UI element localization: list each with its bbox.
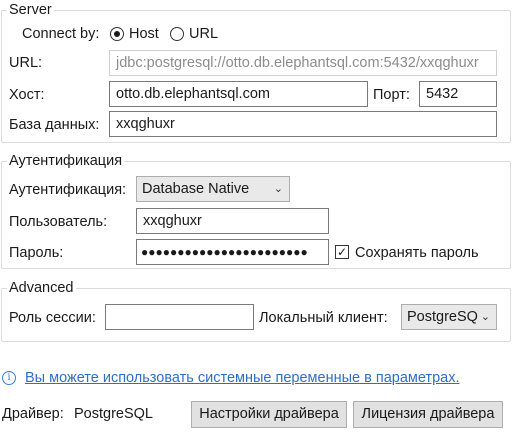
save-password-checkbox[interactable]: ✓	[335, 245, 349, 259]
checkmark-icon: ✓	[336, 245, 348, 259]
auth-type-label: Аутентификация:	[9, 182, 127, 198]
server-group-title: Server	[7, 2, 54, 18]
url-field[interactable]: jdbc:postgresql://otto.db.elephantsql.co…	[109, 50, 497, 76]
info-icon: i	[2, 371, 16, 385]
auth-group-title: Аутентификация	[7, 153, 125, 169]
database-field[interactable]: xxqghuxr	[109, 111, 497, 137]
user-label: Пользователь:	[9, 214, 108, 230]
driver-settings-button[interactable]: Настройки драйвера	[191, 401, 347, 428]
system-variables-link[interactable]: Вы можете использовать системные перемен…	[25, 369, 459, 387]
password-field[interactable]: ●●●●●●●●●●●●●●●●●●●●●●●	[136, 239, 329, 265]
auth-type-select[interactable]: Database Native ⌄	[136, 176, 290, 202]
host-radio-label[interactable]: Host	[129, 25, 159, 43]
host-field[interactable]: otto.db.elephantsql.com	[109, 81, 368, 107]
database-label: База данных:	[9, 117, 100, 133]
url-radio[interactable]	[170, 27, 184, 41]
driver-license-button[interactable]: Лицензия драйвера	[353, 401, 503, 428]
chevron-down-icon: ⌄	[273, 183, 283, 195]
host-radio[interactable]	[110, 27, 124, 41]
local-client-value: PostgreSQ	[407, 309, 478, 325]
radio-selected-dot	[114, 31, 120, 37]
host-label: Хост:	[9, 87, 45, 103]
port-label: Порт:	[373, 87, 410, 103]
chevron-down-icon: ⌄	[480, 311, 490, 323]
save-password-label[interactable]: Сохранять пароль	[355, 244, 479, 262]
session-role-field[interactable]	[105, 304, 254, 330]
driver-name: PostgreSQL	[74, 406, 153, 422]
driver-label: Драйвер:	[2, 406, 64, 422]
url-radio-label[interactable]: URL	[189, 25, 218, 43]
local-client-select[interactable]: PostgreSQ ⌄	[401, 304, 497, 330]
url-label: URL:	[9, 55, 43, 71]
session-role-label: Роль сессии:	[9, 310, 96, 326]
user-field[interactable]: xxqghuxr	[136, 208, 329, 234]
advanced-group-title: Advanced	[7, 280, 76, 296]
password-label: Пароль:	[9, 245, 64, 261]
auth-type-value: Database Native	[142, 181, 250, 197]
port-field[interactable]: 5432	[419, 81, 497, 107]
connect-by-label: Connect by:	[22, 26, 100, 42]
local-client-label: Локальный клиент:	[259, 310, 388, 326]
